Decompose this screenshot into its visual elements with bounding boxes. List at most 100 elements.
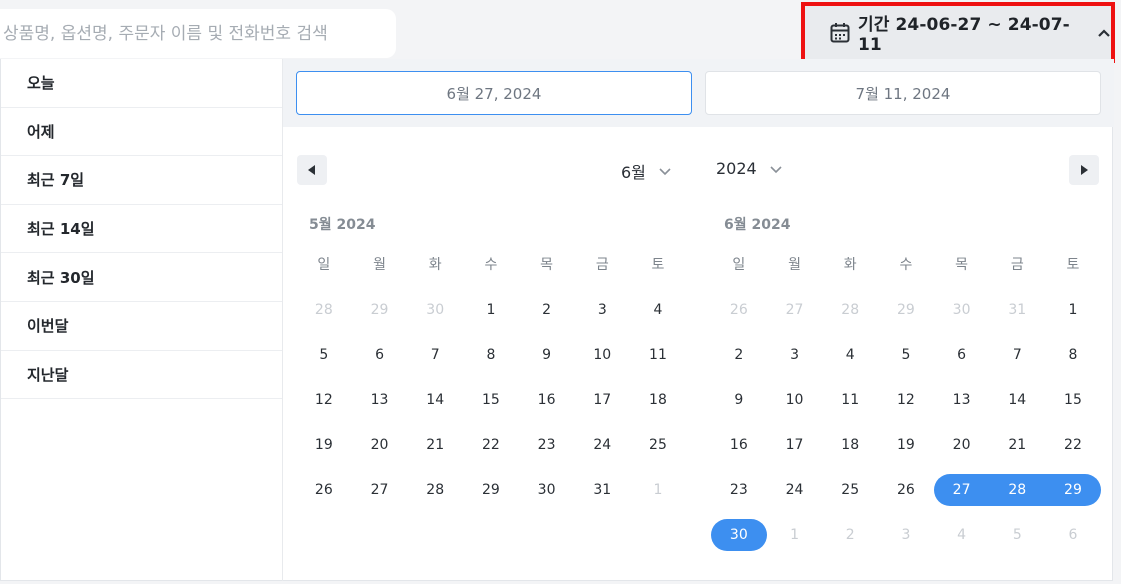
calendar-week-row: 9 10 11 12 13 14 15 — [711, 377, 1101, 422]
calendar-day[interactable]: 14 — [989, 384, 1045, 416]
preset-last-14-days[interactable]: 최근 14일 — [1, 205, 282, 254]
calendar-day[interactable]: 30 — [519, 474, 575, 506]
calendar-day[interactable]: 6 — [934, 339, 990, 371]
preset-last-30-days[interactable]: 최근 30일 — [1, 253, 282, 302]
calendar-day[interactable]: 3 — [767, 339, 823, 371]
calendar-day[interactable]: 8 — [1045, 339, 1101, 371]
start-date-input[interactable]: 6월 27, 2024 — [296, 71, 692, 115]
calendar-day[interactable]: 4 — [630, 294, 686, 326]
calendar-day[interactable]: 18 — [822, 429, 878, 461]
end-date-input[interactable]: 7월 11, 2024 — [705, 71, 1101, 115]
calendar-day[interactable]: 6 — [352, 339, 408, 371]
calendar-day[interactable]: 2 — [711, 339, 767, 371]
calendar-day[interactable]: 1 — [630, 474, 686, 506]
calendar-day[interactable]: 3 — [878, 519, 934, 551]
search-input[interactable] — [0, 9, 396, 58]
calendar-day[interactable]: 27 — [352, 474, 408, 506]
calendar-day[interactable]: 22 — [463, 429, 519, 461]
calendar-day[interactable]: 3 — [574, 294, 630, 326]
calendar-week-row: 2345678 — [711, 332, 1101, 377]
preset-yesterday[interactable]: 어제 — [1, 108, 282, 157]
calendar-day[interactable]: 31 — [989, 294, 1045, 326]
calendar-day[interactable]: 21 — [407, 429, 463, 461]
calendar-day[interactable]: 4 — [822, 339, 878, 371]
calendar-day[interactable]: 25 — [630, 429, 686, 461]
calendar-day[interactable]: 24 — [574, 429, 630, 461]
calendar-day[interactable]: 24 — [767, 474, 823, 506]
calendar-day[interactable]: 16 — [519, 384, 575, 416]
next-month-button[interactable] — [1069, 155, 1099, 185]
calendar-day[interactable]: 20 — [934, 429, 990, 461]
preset-sidebar: 오늘 어제 최근 7일 최근 14일 최근 30일 이번달 지난달 — [1, 59, 283, 581]
calendar-day[interactable]: 10 — [767, 384, 823, 416]
calendar-day[interactable]: 28 — [822, 294, 878, 326]
calendar-day[interactable]: 27 — [767, 294, 823, 326]
calendar-day[interactable]: 2 — [519, 294, 575, 326]
calendar-day[interactable]: 14 — [407, 384, 463, 416]
calendar-day[interactable]: 17 — [574, 384, 630, 416]
calendar-day[interactable]: 7 — [407, 339, 463, 371]
calendar-day[interactable]: 9 — [711, 384, 767, 416]
calendar-day[interactable]: 17 — [767, 429, 823, 461]
calendar-day[interactable]: 30 — [934, 294, 990, 326]
calendar-week-row: 28 29 30 1 2 3 4 — [296, 287, 686, 332]
period-filter-button[interactable]: 기간 24-06-27 ~ 24-07-11 — [801, 2, 1115, 63]
calendar-day-selected[interactable]: 27 — [933, 473, 990, 506]
weekday-label: 화 — [428, 257, 442, 273]
calendar-day[interactable]: 11 — [630, 339, 686, 371]
calendar-day-selected[interactable]: 29 — [1045, 473, 1101, 506]
preset-this-month[interactable]: 이번달 — [1, 302, 282, 351]
prev-month-button[interactable] — [297, 155, 327, 185]
calendar-day[interactable]: 13 — [352, 384, 408, 416]
calendar-day[interactable]: 22 — [1045, 429, 1101, 461]
calendar-day[interactable]: 18 — [630, 384, 686, 416]
calendar-day[interactable]: 10 — [574, 339, 630, 371]
calendar-day[interactable]: 5 — [989, 519, 1045, 551]
calendar-day[interactable]: 11 — [822, 384, 878, 416]
calendar-day[interactable]: 7 — [989, 339, 1045, 371]
month-select[interactable]: 6월 — [621, 159, 672, 183]
preset-today[interactable]: 오늘 — [1, 59, 282, 108]
calendar-day[interactable]: 16 — [711, 429, 767, 461]
search-box[interactable] — [0, 9, 396, 58]
calendar-day[interactable]: 13 — [934, 384, 990, 416]
calendar-day[interactable]: 28 — [296, 294, 352, 326]
weekday-label: 수 — [484, 257, 498, 273]
calendar-day[interactable]: 15 — [1045, 384, 1101, 416]
preset-last-7-days[interactable]: 최근 7일 — [1, 156, 282, 205]
calendar-day[interactable]: 19 — [878, 429, 934, 461]
calendar-day[interactable]: 12 — [296, 384, 352, 416]
calendar-day[interactable]: 9 — [519, 339, 575, 371]
calendar-day[interactable]: 29 — [878, 294, 934, 326]
calendar-day[interactable]: 8 — [463, 339, 519, 371]
calendar-day[interactable]: 29 — [463, 474, 519, 506]
calendar-day[interactable]: 30 — [407, 294, 463, 326]
calendar-day[interactable]: 26 — [296, 474, 352, 506]
calendar-day[interactable]: 15 — [463, 384, 519, 416]
calendar-day[interactable]: 21 — [989, 429, 1045, 461]
triangle-left-icon — [308, 165, 316, 175]
calendar-day[interactable]: 1 — [767, 519, 823, 551]
calendar-day[interactable]: 6 — [1045, 519, 1101, 551]
calendar-day[interactable]: 1 — [1045, 294, 1101, 326]
calendar-day[interactable]: 12 — [878, 384, 934, 416]
calendar-day[interactable]: 28 — [407, 474, 463, 506]
calendar-day-selected[interactable]: 28 — [989, 473, 1046, 506]
calendar-day[interactable]: 23 — [519, 429, 575, 461]
calendar-day[interactable]: 31 — [574, 474, 630, 506]
calendar-day[interactable]: 26 — [711, 294, 767, 326]
year-select[interactable]: 2024 — [716, 159, 783, 178]
calendar-day[interactable]: 26 — [878, 474, 934, 506]
calendar-day[interactable]: 5 — [878, 339, 934, 371]
calendar-day[interactable]: 29 — [352, 294, 408, 326]
preset-last-month[interactable]: 지난달 — [1, 351, 282, 400]
calendar-day[interactable]: 25 — [822, 474, 878, 506]
calendar-day[interactable]: 1 — [463, 294, 519, 326]
calendar-day[interactable]: 20 — [352, 429, 408, 461]
calendar-day[interactable]: 19 — [296, 429, 352, 461]
calendar-day[interactable]: 2 — [822, 519, 878, 551]
calendar-day-selected[interactable]: 30 — [711, 518, 767, 551]
calendar-day[interactable]: 23 — [711, 474, 767, 506]
calendar-day[interactable]: 4 — [934, 519, 990, 551]
calendar-day[interactable]: 5 — [296, 339, 352, 371]
